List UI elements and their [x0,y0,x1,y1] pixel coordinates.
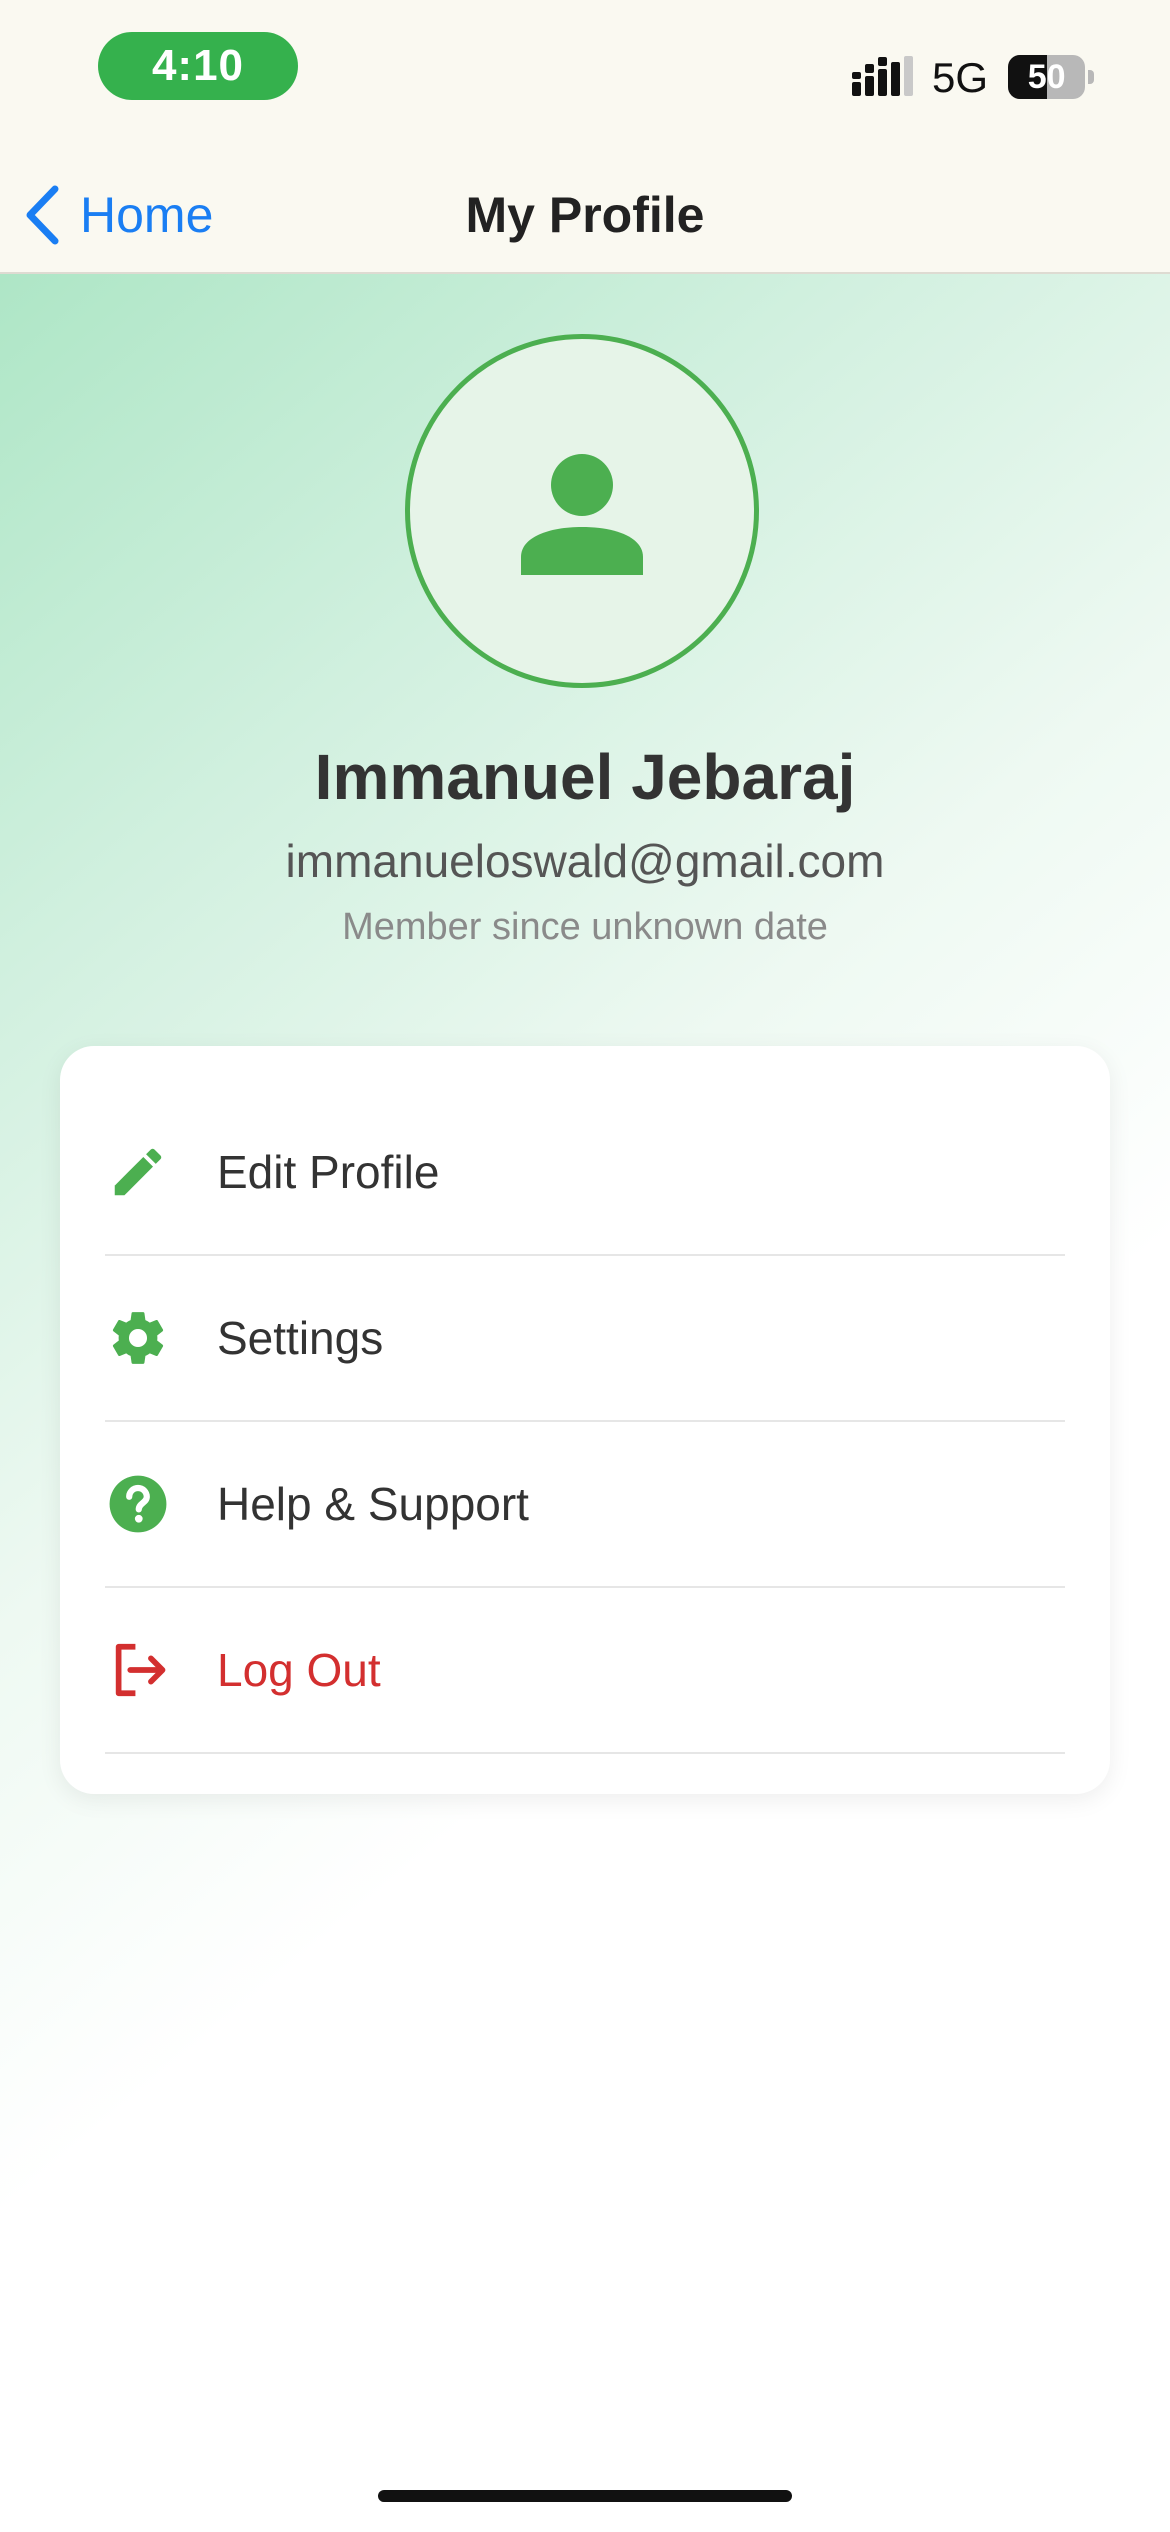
pencil-icon [105,1139,171,1205]
menu-item-edit-profile[interactable]: Edit Profile [105,1090,1065,1256]
menu-item-label: Edit Profile [217,1146,440,1198]
avatar[interactable] [405,334,759,688]
person-icon [521,454,643,575]
member-since: Member since unknown date [342,906,828,948]
profile-name: Immanuel Jebaraj [314,741,856,813]
network-type: 5G [932,54,989,101]
status-bar: 4:10 5G 50 [0,0,1170,158]
logout-icon [105,1637,171,1703]
status-time: 4:10 [98,32,298,100]
help-circle-icon [105,1471,171,1537]
page-title: My Profile [465,187,705,243]
gear-icon [105,1305,171,1371]
menu-item-log-out[interactable]: Log Out [105,1588,1065,1754]
battery-cap [1088,70,1094,84]
battery-indicator: 50 [1008,55,1094,99]
menu-item-settings[interactable]: Settings [105,1256,1065,1422]
menu-item-help-support[interactable]: Help & Support [105,1422,1065,1588]
menu-item-label: Settings [217,1312,384,1364]
battery-level: 50 [1027,57,1066,96]
home-indicator[interactable] [378,2490,792,2502]
cellular-signal-icon [852,56,913,96]
menu-item-label: Help & Support [217,1478,529,1530]
navigation-bar: Home My Profile [0,158,1170,274]
menu-item-label: Log Out [217,1644,381,1696]
profile-menu: Edit Profile Settings Help & Support Log… [60,1046,1110,1794]
profile-email: immanueloswald@gmail.com [285,835,885,887]
